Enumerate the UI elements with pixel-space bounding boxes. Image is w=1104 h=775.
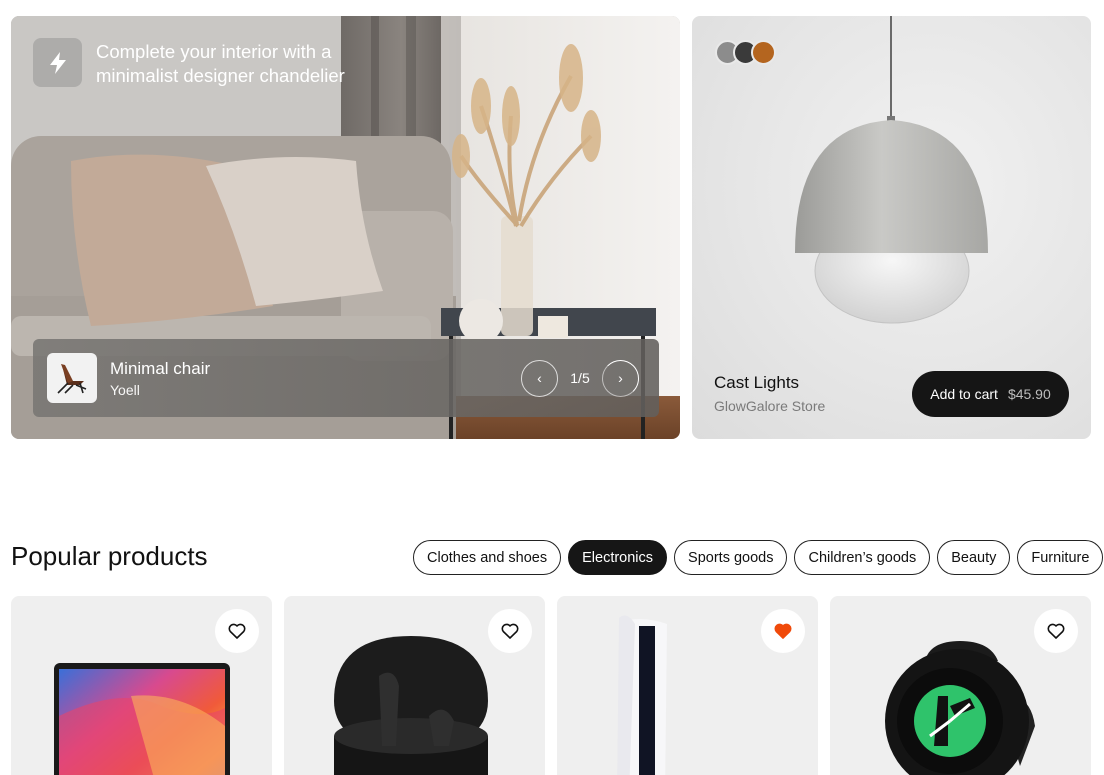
chevron-right-icon: › — [618, 370, 623, 386]
product-card-game-console[interactable] — [557, 596, 818, 775]
hero-header: Complete your interior with a minimalist… — [33, 38, 366, 87]
chip-sports-goods[interactable]: Sports goods — [674, 540, 788, 575]
section-title: Popular products — [11, 541, 208, 571]
favorite-button[interactable] — [1034, 609, 1078, 653]
favorite-button[interactable] — [488, 609, 532, 653]
product-card-smartwatch[interactable] — [830, 596, 1091, 775]
prev-button[interactable]: ‹ — [521, 359, 558, 397]
chip-clothes-and-shoes[interactable]: Clothes and shoes — [413, 540, 562, 575]
hero-title: Complete your interior with a minimalist… — [96, 41, 345, 86]
heart-filled-icon — [774, 623, 792, 639]
hero-product-name: Minimal chair — [110, 358, 211, 378]
chip-beauty[interactable]: Beauty — [937, 540, 1011, 575]
chip-electronics[interactable]: Electronics — [568, 540, 668, 575]
chip-furniture[interactable]: Furniture — [1017, 540, 1104, 575]
featured-product-name: Cast Lights — [714, 373, 800, 392]
pendant-lamp-image — [795, 16, 988, 324]
favorite-button[interactable] — [215, 609, 259, 653]
heart-outline-icon — [501, 623, 519, 639]
featured-product-card[interactable]: Cast Lights GlowGalore Store Add to cart… — [692, 16, 1091, 439]
add-to-cart-label: Add to cart — [930, 386, 998, 402]
hero-pager: ‹ 1/5 › — [521, 359, 639, 397]
next-button[interactable]: › — [602, 359, 639, 397]
favorite-button[interactable] — [761, 609, 805, 653]
bolt-icon — [33, 38, 82, 87]
add-to-cart-price: $45.90 — [1007, 386, 1051, 402]
product-grid — [11, 596, 1091, 775]
hero-banner: Complete your interior with a minimalist… — [11, 16, 680, 439]
category-filter: Clothes and shoes Electronics Sports goo… — [413, 540, 1104, 575]
heart-outline-icon — [228, 623, 246, 639]
product-card-laptop[interactable] — [11, 596, 272, 775]
add-to-cart-button[interactable]: Add to cart $45.90 — [912, 371, 1069, 417]
chip-childrens-goods[interactable]: Children’s goods — [794, 540, 931, 575]
product-card-earbuds[interactable] — [284, 596, 545, 775]
heart-outline-icon — [1047, 623, 1065, 639]
hero-product-brand: Yoell — [110, 381, 140, 398]
featured-store-name[interactable]: GlowGalore Store — [714, 398, 825, 414]
chair-thumbnail[interactable] — [47, 353, 97, 403]
chevron-left-icon: ‹ — [537, 370, 542, 386]
hero-product-bar: Minimal chair Yoell ‹ 1/5 › — [33, 339, 659, 417]
pager-count: 1/5 — [570, 370, 590, 386]
chair-icon — [57, 364, 87, 394]
